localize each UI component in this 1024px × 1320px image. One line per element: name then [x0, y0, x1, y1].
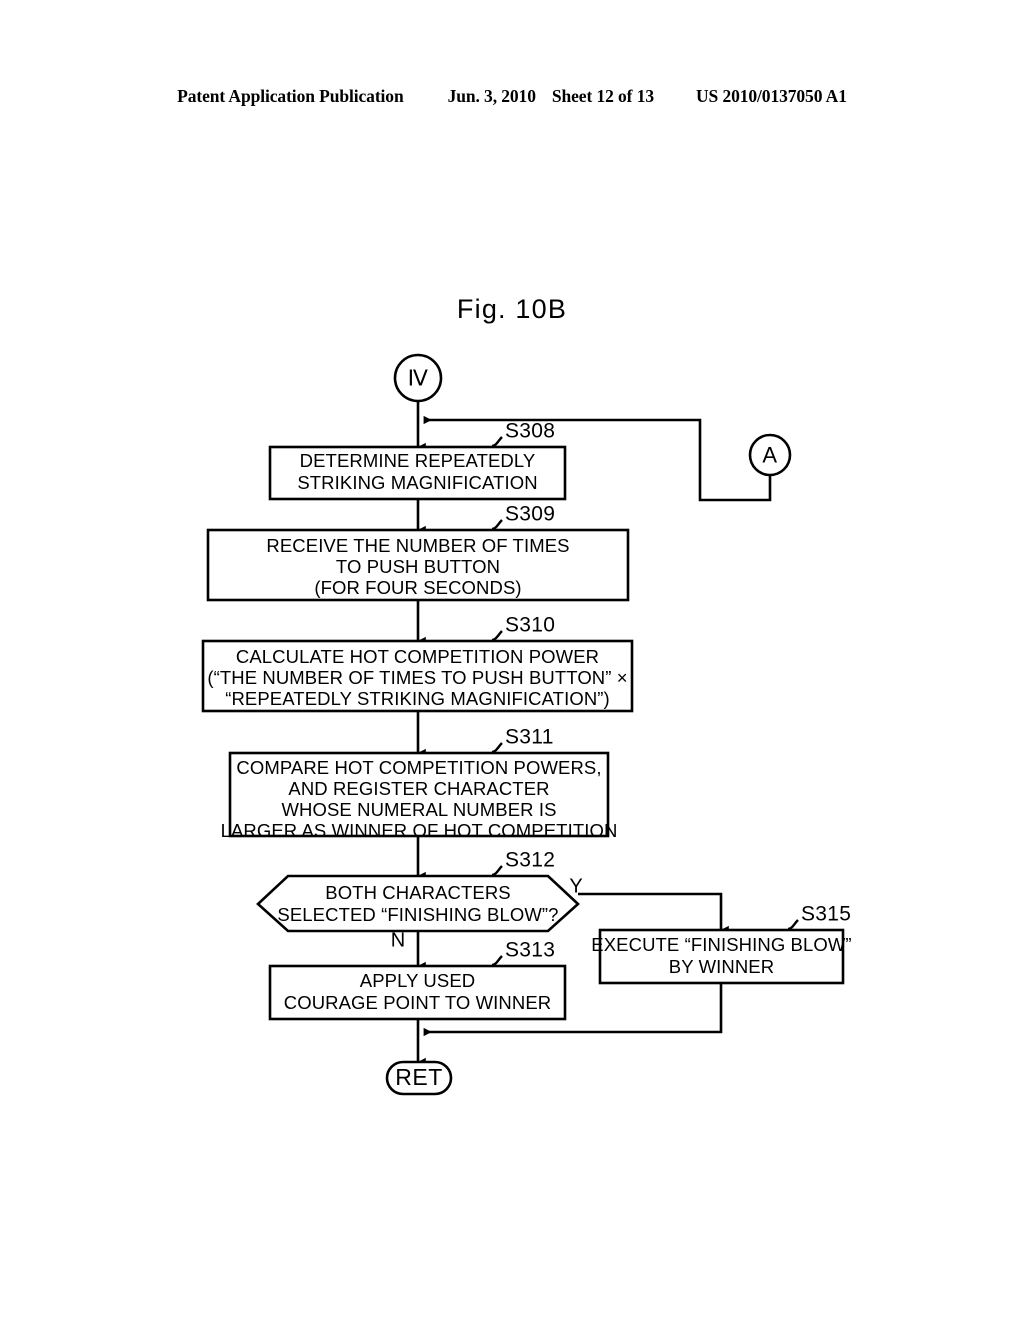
step-s309: RECEIVE THE NUMBER OF TIMES TO PUSH BUTT…	[206, 528, 630, 602]
leader-s312	[491, 865, 503, 877]
flowchart-diagram: Ⅳ A DETERMINE REPEATEDLY STRIKING MAGNIF…	[201, 353, 852, 1096]
step-s310-line-2: (“THE NUMBER OF TIMES TO PUSH BUTTON” ×	[207, 667, 627, 688]
step-s311: COMPARE HOT COMPETITION POWERS, AND REGI…	[221, 751, 617, 841]
step-s315-line-2: BY WINNER	[669, 956, 774, 977]
step-s313: APPLY USED COURAGE POINT TO WINNER	[268, 964, 567, 1021]
edge-s312-yes-to-s315	[578, 892, 729, 935]
step-s309-line-3: (FOR FOUR SECONDS)	[314, 577, 521, 598]
step-s309-line-1: RECEIVE THE NUMBER OF TIMES	[266, 535, 569, 556]
step-label-s315: S315	[801, 903, 851, 926]
step-s313-line-1: APPLY USED	[360, 970, 475, 991]
step-s310-line-1: CALCULATE HOT COMPETITION POWER	[236, 646, 599, 667]
step-s309-line-2: TO PUSH BUTTON	[336, 556, 500, 577]
leader-s310	[491, 630, 503, 642]
step-s315: EXECUTE “FINISHING BLOW” BY WINNER	[591, 928, 852, 985]
step-label-s309: S309	[505, 503, 555, 526]
leader-s313	[491, 955, 503, 967]
branch-label-no: N	[391, 929, 405, 951]
step-label-s311: S311	[505, 726, 554, 749]
step-label-s312: S312	[505, 849, 555, 872]
step-label-s313: S313	[505, 939, 555, 962]
step-s312-line-1: BOTH CHARACTERS	[325, 882, 511, 903]
entry-connector: Ⅳ	[393, 353, 443, 403]
step-label-s308: S308	[505, 420, 555, 443]
step-s310: CALCULATE HOT COMPETITION POWER (“THE NU…	[201, 639, 634, 713]
step-s308: DETERMINE REPEATEDLY STRIKING MAGNIFICAT…	[268, 445, 567, 501]
step-s308-line-2: STRIKING MAGNIFICATION	[297, 472, 537, 493]
leader-s311	[491, 742, 503, 754]
return-connector-label: A	[762, 442, 777, 467]
step-s312-decision: BOTH CHARACTERS SELECTED “FINISHING BLOW…	[256, 874, 580, 933]
step-s310-line-3: “REPEATEDLY STRIKING MAGNIFICATION”)	[225, 688, 610, 709]
step-s311-line-3: WHOSE NUMERAL NUMBER IS	[281, 799, 556, 820]
leader-s308	[491, 436, 503, 448]
step-s311-line-1: COMPARE HOT COMPETITION POWERS,	[236, 757, 601, 778]
step-label-s310: S310	[505, 614, 555, 637]
leader-s309	[491, 519, 503, 531]
terminator-ret: RET	[385, 1060, 453, 1096]
terminator-ret-label: RET	[395, 1064, 443, 1090]
return-connector: A	[748, 433, 792, 477]
step-s315-line-1: EXECUTE “FINISHING BLOW”	[591, 934, 851, 955]
leader-s315	[787, 919, 799, 931]
step-s311-line-2: AND REGISTER CHARACTER	[288, 778, 549, 799]
entry-connector-label: Ⅳ	[408, 365, 429, 390]
step-s308-line-1: DETERMINE REPEATEDLY	[300, 450, 536, 471]
step-s312-line-2: SELECTED “FINISHING BLOW”?	[277, 904, 558, 925]
step-s313-line-2: COURAGE POINT TO WINNER	[284, 992, 552, 1013]
